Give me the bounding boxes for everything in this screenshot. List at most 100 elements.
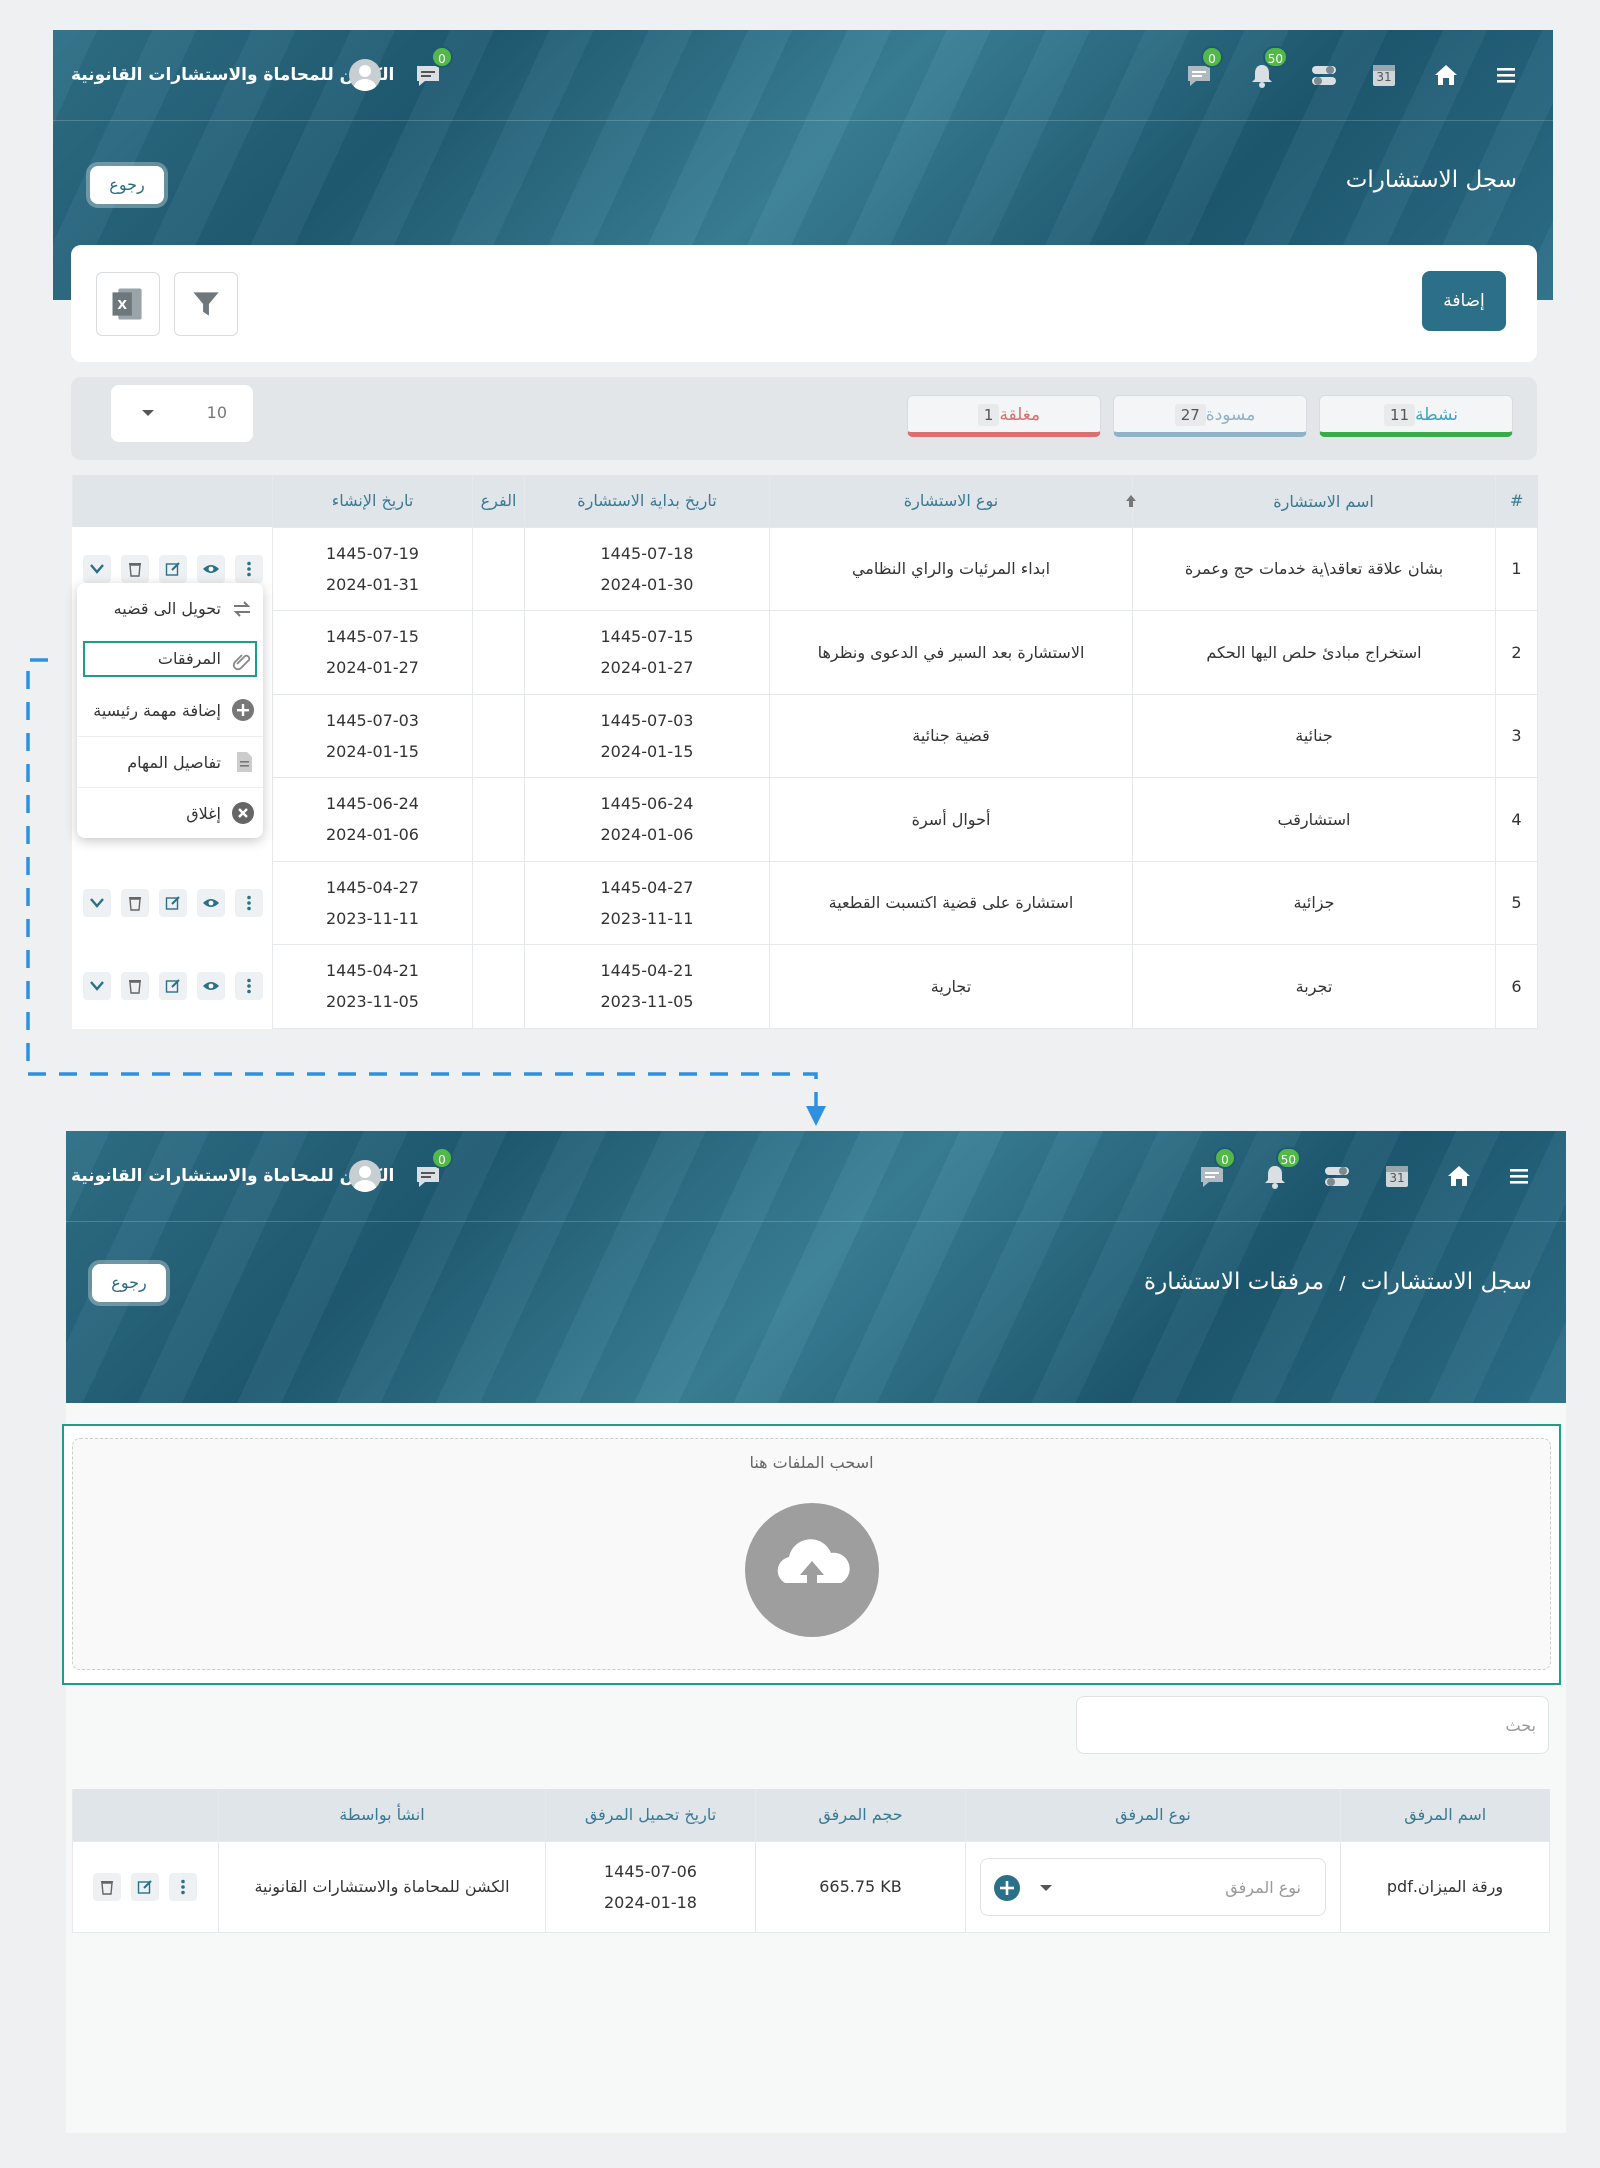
tab-closed-label: مغلقة xyxy=(999,405,1041,425)
consultation-name-link[interactable]: جزائية xyxy=(1132,860,1496,945)
created-date-hijri: 1445-07-19 xyxy=(326,543,419,563)
more-options-button[interactable] xyxy=(169,1872,197,1901)
screen2-header: 31 50 0 الكشن للمحاماة والاستشارات القان… xyxy=(66,1131,1566,1403)
col-name[interactable]: اسم الاستشارة xyxy=(1126,475,1496,527)
col-actions xyxy=(72,475,273,527)
brand-name: الكشن للمحاماة والاستشارات القانونية xyxy=(71,1166,395,1186)
user-avatar[interactable] xyxy=(349,1160,381,1192)
row-number: 1 xyxy=(1495,526,1538,611)
trash-icon xyxy=(101,1880,113,1895)
row-number: 2 xyxy=(1495,610,1538,695)
attachments-table: اسم المرفق نوع المرفق حجم المرفق تاريخ ت… xyxy=(72,1789,1550,1933)
file-dropzone[interactable]: اسحب الملفات هنا xyxy=(72,1438,1551,1670)
breadcrumb-separator: / xyxy=(1339,1273,1346,1294)
start-date-gregorian: 2024-01-30 xyxy=(600,574,694,594)
calendar-icon[interactable]: 31 xyxy=(1367,58,1401,92)
consultation-name-link[interactable]: جنائية xyxy=(1132,693,1496,778)
sort-arrow-icon[interactable] xyxy=(1124,493,1138,509)
row-number: 4 xyxy=(1495,777,1538,862)
menu-icon[interactable] xyxy=(1489,58,1523,92)
tab-closed[interactable]: مغلقة1 xyxy=(907,395,1101,437)
created-by: الكشن للمحاماة والاستشارات القانونية xyxy=(218,1840,546,1933)
consultation-name-link[interactable]: استشارقب xyxy=(1132,777,1496,862)
breadcrumb-root[interactable]: سجل الاستشارات xyxy=(1361,1269,1532,1295)
convert-icon xyxy=(233,601,251,617)
back-button[interactable]: رجوع xyxy=(90,166,164,204)
tab-active[interactable]: نشطة11 xyxy=(1319,395,1513,437)
add-button[interactable]: إضافة xyxy=(1422,271,1506,331)
edit-button[interactable] xyxy=(131,1872,159,1901)
tab-draft[interactable]: مسودة27 xyxy=(1113,395,1307,437)
toggle-icon[interactable] xyxy=(1320,1159,1354,1193)
menu-item-convert-to-case[interactable]: تحويل الى قضيه xyxy=(77,583,263,634)
table-header-row: اسم المرفق نوع المرفق حجم المرفق تاريخ ت… xyxy=(72,1789,1550,1841)
col-type: نوع الاستشارة xyxy=(769,475,1133,527)
col-created-by: انشأ بواسطة xyxy=(218,1789,546,1841)
row-number: 3 xyxy=(1495,693,1538,778)
created-date-gregorian: 2024-01-31 xyxy=(326,574,419,594)
col-attachment-name: اسم المرفق xyxy=(1340,1789,1550,1841)
col-number: # xyxy=(1495,475,1538,527)
start-date: 1445-07-18 2024-01-30 xyxy=(524,526,770,611)
edit-icon xyxy=(165,562,180,576)
excel-icon: X xyxy=(112,288,142,320)
add-type-icon[interactable] xyxy=(993,1874,1021,1902)
edit-icon xyxy=(137,1879,152,1894)
chevron-down-icon xyxy=(89,563,104,574)
consultation-name-link[interactable]: تجربة xyxy=(1132,944,1496,1029)
branch xyxy=(472,526,525,611)
home-icon[interactable] xyxy=(1429,58,1463,92)
expand-button[interactable] xyxy=(82,554,111,583)
attachments-search-input[interactable]: بحث xyxy=(1076,1696,1549,1754)
navbar: 31 50 0 الكشن للمحاماة والاستشارات القان… xyxy=(53,30,1553,121)
col-created-date: تاريخ الإنشاء xyxy=(272,475,473,527)
consultation-type: ابداء المرئيات والراي النظامي xyxy=(769,526,1133,611)
tab-active-count: 11 xyxy=(1383,404,1416,426)
cloud-upload-icon[interactable] xyxy=(745,1503,879,1637)
dropzone-highlight: اسحب الملفات هنا xyxy=(62,1424,1561,1685)
delete-button[interactable] xyxy=(93,1872,121,1901)
breadcrumb: سجل الاستشارات / مرفقات الاستشارة xyxy=(1144,1269,1532,1295)
excel-export-button[interactable]: X xyxy=(96,272,160,336)
view-button[interactable] xyxy=(196,554,225,583)
row-actions-cell xyxy=(72,1840,219,1933)
tab-draft-count: 27 xyxy=(1174,404,1206,426)
calendar-icon[interactable]: 31 xyxy=(1380,1159,1414,1193)
messages-badge: 0 xyxy=(1214,1147,1236,1169)
home-icon[interactable] xyxy=(1442,1159,1476,1193)
menu-item-label: تحويل الى قضيه xyxy=(113,599,221,618)
navbar: 31 50 0 الكشن للمحاماة والاستشارات القان… xyxy=(66,1131,1566,1222)
toggle-icon[interactable] xyxy=(1307,58,1341,92)
col-attachment-size: حجم المرفق xyxy=(755,1789,966,1841)
row-number: 5 xyxy=(1495,860,1538,945)
edit-button[interactable] xyxy=(158,554,187,583)
delete-button[interactable] xyxy=(120,554,149,583)
row-actions xyxy=(73,554,273,583)
page-size-select[interactable]: 10 xyxy=(111,385,253,442)
chat-badge: 0 xyxy=(431,46,453,68)
notifications-badge: 50 xyxy=(1262,46,1288,68)
row-actions xyxy=(73,1872,218,1901)
calendar-day: 31 xyxy=(1376,70,1392,84)
consultation-name-link[interactable]: استخراج مبادئ حلص اليها الحكم xyxy=(1132,610,1496,695)
col-actions xyxy=(72,1789,219,1841)
chevron-down-icon xyxy=(1040,1884,1052,1891)
menu-icon[interactable] xyxy=(1502,1159,1536,1193)
consultation-name-link[interactable]: بشان علاقة تعاقد\ية خدمات حج وعمرة xyxy=(1132,526,1496,611)
col-start-date: تاريخ بداية الاستشارة xyxy=(524,475,770,527)
attachment-type-cell: نوع المرفق xyxy=(965,1840,1341,1933)
attachment-type-select[interactable]: نوع المرفق xyxy=(980,1857,1326,1916)
user-avatar[interactable] xyxy=(349,59,381,91)
calendar-day: 31 xyxy=(1389,1171,1405,1185)
attachment-name: ورقة الميزان.pdf xyxy=(1340,1840,1550,1933)
start-date-hijri: 1445-07-18 xyxy=(600,543,694,563)
breadcrumb-current: مرفقات الاستشارة xyxy=(1144,1269,1325,1295)
status-tabs-bar: نشطة11 مسودة27 مغلقة1 10 xyxy=(71,377,1537,460)
filter-button[interactable] xyxy=(174,272,238,336)
toolbar-card: إضافة X xyxy=(71,245,1537,362)
back-button[interactable]: رجوع xyxy=(92,1264,166,1302)
col-attachment-type: نوع المرفق xyxy=(965,1789,1341,1841)
svg-text:X: X xyxy=(117,297,127,312)
more-options-button[interactable] xyxy=(234,554,263,583)
tab-active-label: نشطة xyxy=(1415,405,1459,425)
